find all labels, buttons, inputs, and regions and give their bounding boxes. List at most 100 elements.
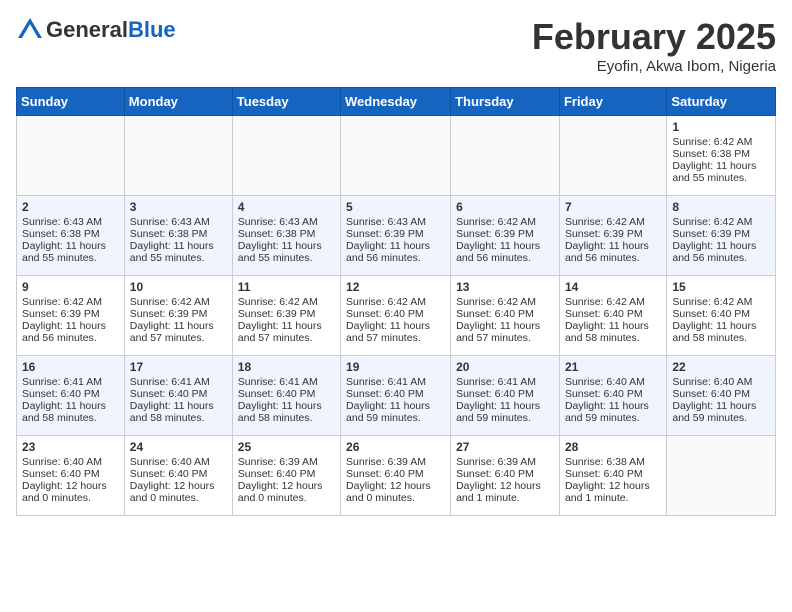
daylight: Daylight: 11 hours and 59 minutes. bbox=[456, 400, 540, 424]
day-number: 23 bbox=[22, 440, 119, 454]
sunrise: Sunrise: 6:39 AM bbox=[238, 456, 318, 468]
calendar-cell: 2Sunrise: 6:43 AMSunset: 6:38 PMDaylight… bbox=[17, 196, 125, 276]
page-header: GeneralBlue February 2025 Eyofin, Akwa I… bbox=[16, 16, 776, 75]
sunset: Sunset: 6:40 PM bbox=[130, 468, 208, 480]
weekday-header: Friday bbox=[559, 88, 666, 116]
day-number: 7 bbox=[565, 200, 661, 214]
sunset: Sunset: 6:39 PM bbox=[22, 308, 100, 320]
day-number: 25 bbox=[238, 440, 335, 454]
sunrise: Sunrise: 6:40 AM bbox=[22, 456, 102, 468]
day-number: 3 bbox=[130, 200, 227, 214]
calendar-cell: 27Sunrise: 6:39 AMSunset: 6:40 PMDayligh… bbox=[451, 436, 560, 516]
day-number: 14 bbox=[565, 280, 661, 294]
sunrise: Sunrise: 6:42 AM bbox=[565, 216, 645, 228]
day-number: 18 bbox=[238, 360, 335, 374]
day-number: 21 bbox=[565, 360, 661, 374]
calendar-cell: 12Sunrise: 6:42 AMSunset: 6:40 PMDayligh… bbox=[341, 276, 451, 356]
sunset: Sunset: 6:40 PM bbox=[130, 388, 208, 400]
daylight: Daylight: 11 hours and 59 minutes. bbox=[346, 400, 430, 424]
sunrise: Sunrise: 6:41 AM bbox=[238, 376, 318, 388]
calendar-cell: 23Sunrise: 6:40 AMSunset: 6:40 PMDayligh… bbox=[17, 436, 125, 516]
day-number: 27 bbox=[456, 440, 554, 454]
sunrise: Sunrise: 6:43 AM bbox=[238, 216, 318, 228]
sunrise: Sunrise: 6:42 AM bbox=[672, 136, 752, 148]
sunrise: Sunrise: 6:41 AM bbox=[130, 376, 210, 388]
calendar-cell: 8Sunrise: 6:42 AMSunset: 6:39 PMDaylight… bbox=[667, 196, 776, 276]
sunrise: Sunrise: 6:42 AM bbox=[238, 296, 318, 308]
sunrise: Sunrise: 6:41 AM bbox=[22, 376, 102, 388]
calendar-cell: 5Sunrise: 6:43 AMSunset: 6:39 PMDaylight… bbox=[341, 196, 451, 276]
day-number: 19 bbox=[346, 360, 445, 374]
calendar-cell: 11Sunrise: 6:42 AMSunset: 6:39 PMDayligh… bbox=[232, 276, 340, 356]
sunrise: Sunrise: 6:43 AM bbox=[130, 216, 210, 228]
calendar-cell: 4Sunrise: 6:43 AMSunset: 6:38 PMDaylight… bbox=[232, 196, 340, 276]
sunrise: Sunrise: 6:39 AM bbox=[346, 456, 426, 468]
day-number: 5 bbox=[346, 200, 445, 214]
sunrise: Sunrise: 6:42 AM bbox=[130, 296, 210, 308]
calendar-header: SundayMondayTuesdayWednesdayThursdayFrid… bbox=[17, 88, 776, 116]
calendar-cell: 20 Sunrise: 6:41 AMSunset: 6:40 PMDayligh… bbox=[451, 356, 560, 436]
sunset: Sunset: 6:40 PM bbox=[22, 388, 100, 400]
logo-blue: Blue bbox=[128, 17, 176, 43]
daylight: Daylight: 11 hours and 58 minutes. bbox=[565, 320, 649, 344]
day-number: 20 bbox=[456, 360, 554, 374]
day-number: 17 bbox=[130, 360, 227, 374]
daylight: Daylight: 12 hours and 0 minutes. bbox=[238, 480, 323, 504]
calendar-cell: 26Sunrise: 6:39 AMSunset: 6:40 PMDayligh… bbox=[341, 436, 451, 516]
daylight: Daylight: 11 hours and 56 minutes. bbox=[672, 240, 756, 264]
day-number: 6 bbox=[456, 200, 554, 214]
daylight: Daylight: 12 hours and 1 minute. bbox=[565, 480, 650, 504]
day-number: 24 bbox=[130, 440, 227, 454]
sunrise: Sunrise: 6:42 AM bbox=[456, 296, 536, 308]
calendar-cell: 9Sunrise: 6:42 AMSunset: 6:39 PMDaylight… bbox=[17, 276, 125, 356]
calendar-cell: 15Sunrise: 6:42 AMSunset: 6:40 PMDayligh… bbox=[667, 276, 776, 356]
day-number: 9 bbox=[22, 280, 119, 294]
daylight: Daylight: 11 hours and 56 minutes. bbox=[565, 240, 649, 264]
calendar-cell: 25Sunrise: 6:39 AMSunset: 6:40 PMDayligh… bbox=[232, 436, 340, 516]
daylight: Daylight: 12 hours and 1 minute. bbox=[456, 480, 541, 504]
daylight: Daylight: 12 hours and 0 minutes. bbox=[22, 480, 107, 504]
sunrise: Sunrise: 6:42 AM bbox=[672, 216, 752, 228]
sunset: Sunset: 6:40 PM bbox=[456, 468, 534, 480]
daylight: Daylight: 11 hours and 55 minutes. bbox=[22, 240, 106, 264]
sunset: Sunset: 6:39 PM bbox=[238, 308, 316, 320]
daylight: Daylight: 11 hours and 57 minutes. bbox=[456, 320, 540, 344]
day-number: 13 bbox=[456, 280, 554, 294]
sunset: Sunset: 6:40 PM bbox=[456, 388, 534, 400]
weekday-header: Tuesday bbox=[232, 88, 340, 116]
sunset: Sunset: 6:39 PM bbox=[130, 308, 208, 320]
sunset: Sunset: 6:40 PM bbox=[238, 388, 316, 400]
daylight: Daylight: 11 hours and 59 minutes. bbox=[565, 400, 649, 424]
calendar-cell bbox=[232, 116, 340, 196]
sunrise: Sunrise: 6:40 AM bbox=[672, 376, 752, 388]
daylight: Daylight: 11 hours and 58 minutes. bbox=[130, 400, 214, 424]
sunset: Sunset: 6:40 PM bbox=[565, 468, 643, 480]
daylight: Daylight: 11 hours and 59 minutes. bbox=[672, 400, 756, 424]
sunrise: Sunrise: 6:41 AM bbox=[346, 376, 426, 388]
calendar-cell: 6Sunrise: 6:42 AMSunset: 6:39 PMDaylight… bbox=[451, 196, 560, 276]
calendar-cell bbox=[451, 116, 560, 196]
sunrise: Sunrise: 6:38 AM bbox=[565, 456, 645, 468]
sunset: Sunset: 6:40 PM bbox=[346, 468, 424, 480]
calendar-cell bbox=[667, 436, 776, 516]
day-number: 10 bbox=[130, 280, 227, 294]
sunset: Sunset: 6:40 PM bbox=[346, 388, 424, 400]
sunset: Sunset: 6:39 PM bbox=[346, 228, 424, 240]
calendar-cell: 18Sunrise: 6:41 AMSunset: 6:40 PMDayligh… bbox=[232, 356, 340, 436]
calendar-cell bbox=[124, 116, 232, 196]
weekday-header: Sunday bbox=[17, 88, 125, 116]
daylight: Daylight: 11 hours and 56 minutes. bbox=[22, 320, 106, 344]
daylight: Daylight: 11 hours and 55 minutes. bbox=[672, 160, 756, 184]
sunset: Sunset: 6:40 PM bbox=[565, 388, 643, 400]
calendar-cell: 14Sunrise: 6:42 AMSunset: 6:40 PMDayligh… bbox=[559, 276, 666, 356]
day-number: 28 bbox=[565, 440, 661, 454]
sunset: Sunset: 6:40 PM bbox=[672, 388, 750, 400]
daylight: Daylight: 11 hours and 57 minutes. bbox=[130, 320, 214, 344]
daylight: Daylight: 11 hours and 57 minutes. bbox=[346, 320, 430, 344]
day-number: 16 bbox=[22, 360, 119, 374]
sunrise: Sunrise: 6:41 AM bbox=[456, 376, 536, 388]
weekday-header: Wednesday bbox=[341, 88, 451, 116]
sunrise: Sunrise: 6:43 AM bbox=[22, 216, 102, 228]
weekday-header: Saturday bbox=[667, 88, 776, 116]
daylight: Daylight: 11 hours and 56 minutes. bbox=[456, 240, 540, 264]
